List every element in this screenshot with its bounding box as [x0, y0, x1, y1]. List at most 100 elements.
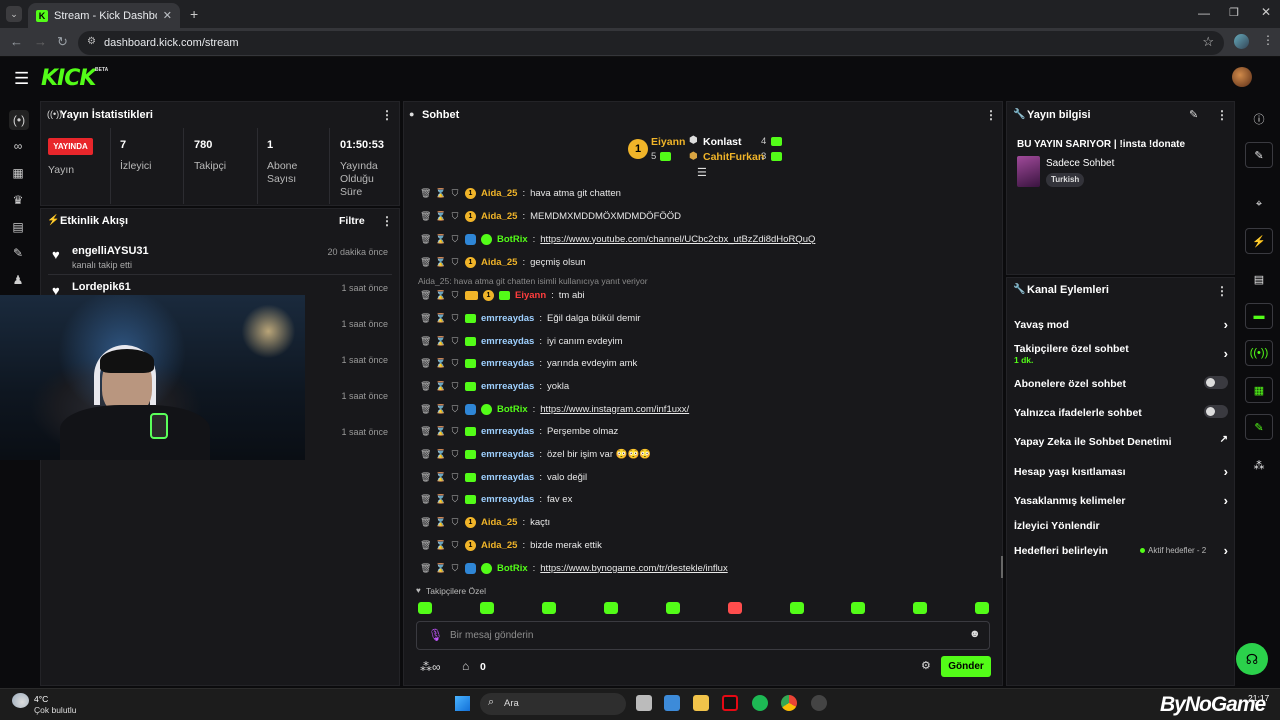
ban-icon[interactable]: ⛉ — [450, 540, 460, 551]
chat-username[interactable]: emrreaydas — [481, 426, 534, 437]
category-name[interactable]: Sadece Sohbet — [1046, 158, 1114, 169]
minimize-icon[interactable]: — — [1198, 6, 1210, 20]
delete-icon[interactable]: 🗑 — [420, 313, 431, 324]
timeout-icon[interactable]: ⌛ — [435, 234, 446, 245]
user-avatar[interactable] — [1232, 67, 1252, 87]
ai-moderation-item[interactable]: Yapay Zeka ile Sohbet Denetimi ↗ — [1014, 434, 1228, 448]
ban-icon[interactable]: ⛉ — [450, 563, 460, 574]
new-tab-icon[interactable]: + — [190, 6, 198, 22]
kick-logo[interactable]: KICK — [41, 66, 96, 91]
chat-username[interactable]: emrreaydas — [481, 494, 534, 505]
chat-username[interactable]: Aida_25 — [481, 257, 517, 268]
chat-settings-icon[interactable]: ⚙ — [921, 659, 931, 672]
timeout-icon[interactable]: ⌛ — [435, 540, 446, 551]
emote-icon[interactable] — [975, 602, 989, 614]
delete-icon[interactable]: 🗑 — [420, 540, 431, 551]
webcam-overlay[interactable] — [0, 295, 305, 460]
browser-menu-icon[interactable]: ⋮ — [1262, 33, 1274, 47]
support-button[interactable]: ☊ — [1236, 643, 1268, 675]
activity-user[interactable]: Lordepik61 — [72, 281, 131, 293]
chat-username[interactable]: Aida_25 — [481, 211, 517, 222]
activity-menu-icon[interactable]: ⋮ — [381, 214, 393, 228]
banned-words-item[interactable]: Yasaklanmış kelimeler › — [1014, 493, 1228, 508]
document-icon[interactable]: ▤ — [1245, 266, 1273, 292]
community-icon[interactable]: ⁂ — [1245, 452, 1273, 478]
browser-tab[interactable]: K Stream - Kick Dashboard ✕ — [28, 3, 180, 28]
chat-username[interactable]: emrreaydas — [481, 381, 534, 392]
chat-username[interactable]: emrreaydas — [481, 472, 534, 483]
ban-icon[interactable]: ⛉ — [450, 290, 460, 301]
file-explorer-icon[interactable] — [693, 695, 709, 711]
emote-icon[interactable] — [604, 602, 618, 614]
link-icon[interactable]: ∞ — [9, 137, 27, 155]
chat-username[interactable]: BotRix — [497, 404, 528, 415]
timeout-icon[interactable]: ⌛ — [435, 336, 446, 347]
layout-icon[interactable]: ▦ — [1245, 377, 1273, 403]
start-button[interactable] — [455, 696, 470, 711]
timeout-icon[interactable]: ⌛ — [435, 404, 446, 415]
timeout-icon[interactable]: ⌛ — [435, 313, 446, 324]
info-icon[interactable]: ⓘ — [1245, 106, 1273, 132]
chat-username[interactable]: BotRix — [497, 563, 528, 574]
slow-mode-item[interactable]: Yavaş mod › — [1014, 317, 1228, 332]
chat-link[interactable]: https://www.youtube.com/channel/UCbc2cbx… — [540, 234, 815, 245]
spotify-icon[interactable] — [752, 695, 768, 711]
ban-icon[interactable]: ⛉ — [450, 257, 460, 268]
leaderboard-third-name[interactable]: CahitFurkan — [703, 151, 764, 163]
task-view-icon[interactable] — [636, 695, 652, 711]
timeout-icon[interactable]: ⌛ — [435, 563, 446, 574]
followers-chat-item[interactable]: Takipçilere özel sohbet 1 dk. › — [1014, 343, 1228, 365]
timeout-icon[interactable]: ⌛ — [435, 449, 446, 460]
chat-link[interactable]: https://www.bynogame.com/tr/destekle/inf… — [540, 563, 727, 574]
ban-icon[interactable]: ⛉ — [450, 188, 460, 199]
tab-list-chevron-icon[interactable]: ⌄ — [6, 6, 22, 22]
chat-scrollbar[interactable] — [1001, 556, 1003, 578]
ban-icon[interactable]: ⛉ — [450, 336, 460, 347]
store-icon[interactable] — [664, 695, 680, 711]
timeout-icon[interactable]: ⌛ — [435, 426, 446, 437]
address-bar[interactable]: ⚙ dashboard.kick.com/stream ☆ — [78, 31, 1224, 55]
chat-username[interactable]: emrreaydas — [481, 313, 534, 324]
broadcast-icon[interactable]: ((•)) — [1245, 340, 1273, 366]
delete-icon[interactable]: 🗑 — [420, 336, 431, 347]
pencil-icon[interactable]: ✎ — [1245, 142, 1273, 168]
chat-username[interactable]: emrreaydas — [481, 449, 534, 460]
chat-username[interactable]: Aida_25 — [481, 540, 517, 551]
emote-icon[interactable] — [666, 602, 680, 614]
reload-icon[interactable]: ↻ — [57, 34, 68, 50]
ban-icon[interactable]: ⛉ — [450, 234, 460, 245]
trophy-icon[interactable]: ♛ — [9, 191, 27, 209]
timeout-icon[interactable]: ⌛ — [435, 257, 446, 268]
ban-icon[interactable]: ⛉ — [450, 358, 460, 369]
chat-username[interactable]: emrreaydas — [481, 358, 534, 369]
delete-icon[interactable]: 🗑 — [420, 472, 431, 483]
emote-icon[interactable] — [913, 602, 927, 614]
emote-icon[interactable] — [728, 602, 742, 614]
store-icon[interactable]: ⌂ — [462, 659, 469, 673]
wrench-icon[interactable]: ✎ — [1245, 414, 1273, 440]
delete-icon[interactable]: 🗑 — [420, 257, 431, 268]
stream-live-icon[interactable]: (•) — [9, 110, 29, 130]
chrome-icon[interactable] — [781, 695, 797, 711]
bolt-icon[interactable]: ⚡ — [1245, 228, 1273, 254]
chat-username[interactable]: Aida_25 — [481, 517, 517, 528]
points-icon[interactable]: ⁂∞ — [420, 660, 441, 674]
hamburger-menu-icon[interactable]: ☰ — [14, 69, 29, 89]
delete-icon[interactable]: 🗑 — [420, 188, 431, 199]
analytics-icon[interactable]: ▦ — [9, 164, 27, 182]
taskbar-search[interactable]: ⌕ Ara — [480, 693, 626, 715]
delete-icon[interactable]: 🗑 — [420, 494, 431, 505]
emoji-picker-icon[interactable]: ☻ — [969, 628, 981, 640]
filter-button[interactable]: Filtre — [339, 215, 365, 227]
leaderboard-first-name[interactable]: Eiyann — [651, 136, 685, 148]
chat-link[interactable]: https://www.instagram.com/inf1uxx/ — [540, 404, 689, 415]
channel-actions-menu-icon[interactable]: ⋮ — [1216, 284, 1228, 298]
chat-menu-icon[interactable]: ⋮ — [985, 108, 997, 122]
ban-icon[interactable]: ⛉ — [450, 211, 460, 222]
delete-icon[interactable]: 🗑 — [420, 517, 431, 528]
chat-icon[interactable]: ▬ — [1245, 303, 1273, 329]
ban-icon[interactable]: ⛉ — [450, 494, 460, 505]
bookmark-star-icon[interactable]: ☆ — [1202, 34, 1214, 50]
ban-icon[interactable]: ⛉ — [450, 449, 460, 460]
wrench-icon[interactable]: ✎ — [9, 244, 27, 262]
